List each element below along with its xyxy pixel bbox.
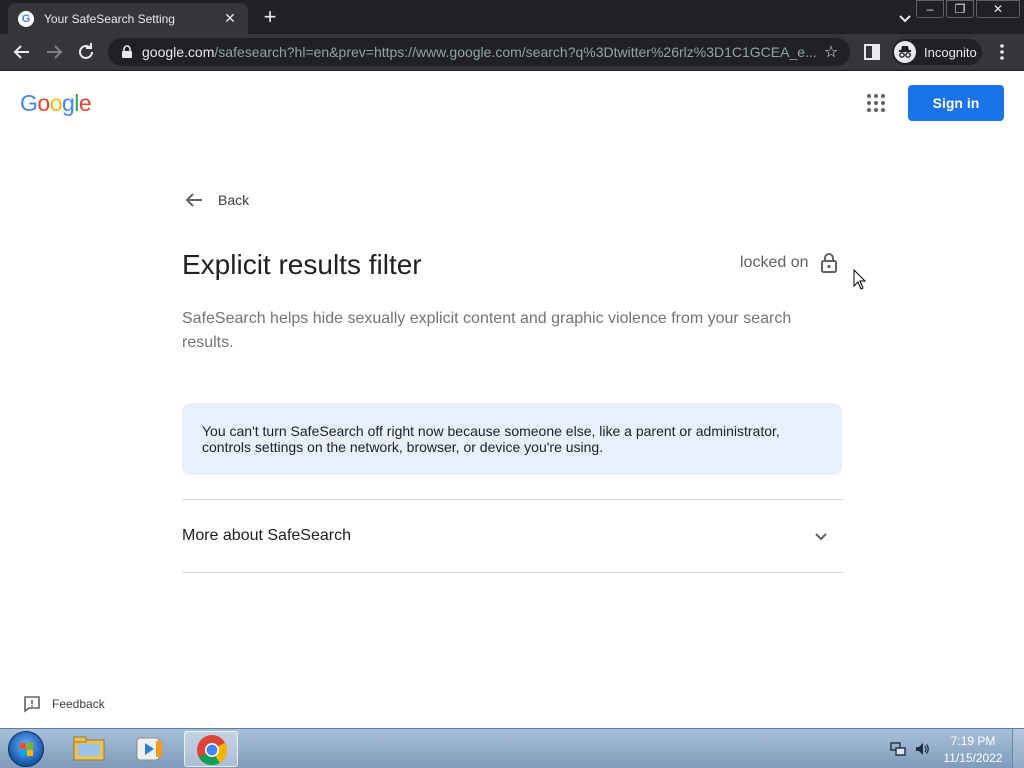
url-text: google.com/safesearch?hl=en&prev=https:/…	[142, 44, 817, 60]
forward-nav-button[interactable]	[42, 40, 66, 64]
tab-strip: G Your SafeSearch Setting ✕ + – ❐ ✕	[0, 0, 1024, 34]
clock-time[interactable]: 7:19 PM	[938, 734, 1008, 748]
side-panel-button[interactable]	[860, 40, 884, 64]
browser-tab[interactable]: G Your SafeSearch Setting ✕	[8, 3, 248, 34]
incognito-icon	[894, 41, 916, 63]
sign-in-button[interactable]: Sign in	[908, 85, 1004, 121]
back-nav-button[interactable]	[10, 40, 34, 64]
google-favicon-icon: G	[18, 10, 34, 27]
google-logo-letter: G	[20, 90, 38, 116]
more-about-safesearch-expander[interactable]: More about SafeSearch	[182, 500, 843, 572]
description-text: SafeSearch helps hide sexually explicit …	[182, 310, 792, 351]
mouse-cursor-icon	[853, 269, 867, 290]
divider	[182, 572, 843, 573]
arrow-left-icon	[13, 45, 29, 59]
incognito-label: Incognito	[924, 44, 977, 60]
tab-search-icon[interactable]	[895, 8, 915, 28]
arrow-left-icon	[185, 193, 202, 207]
volume-icon[interactable]	[914, 741, 930, 757]
minimize-button[interactable]: –	[916, 0, 944, 18]
incognito-profile-button[interactable]: Incognito	[892, 39, 982, 65]
windows-logo-icon	[20, 743, 33, 756]
back-link[interactable]: Back	[182, 188, 249, 212]
more-about-label: More about SafeSearch	[182, 527, 351, 544]
media-player-icon	[136, 737, 162, 761]
menu-button[interactable]	[990, 40, 1014, 64]
feedback-label: Feedback	[52, 697, 105, 711]
arrow-right-icon	[47, 45, 63, 59]
google-logo-letter: o	[37, 90, 50, 116]
chevron-down-icon[interactable]	[809, 524, 833, 548]
window-controls: – ❐ ✕	[914, 0, 1020, 18]
lock-icon	[820, 253, 837, 273]
address-bar[interactable]: google.com/safesearch?hl=en&prev=https:/…	[108, 38, 850, 66]
media-player-taskbar-button[interactable]	[122, 731, 176, 767]
show-desktop-button[interactable]	[1012, 729, 1024, 768]
reload-icon	[79, 43, 93, 59]
restore-button[interactable]: ❐	[946, 0, 974, 18]
start-button[interactable]	[8, 731, 44, 767]
close-window-button[interactable]: ✕	[976, 0, 1020, 18]
locked-notice-banner: You can't turn SafeSearch off right now …	[182, 403, 842, 475]
tab-close-icon[interactable]: ✕	[222, 10, 238, 27]
feedback-icon	[24, 696, 40, 713]
back-label: Back	[218, 192, 250, 208]
new-tab-button[interactable]: +	[258, 6, 282, 30]
google-logo-letter: o	[49, 90, 63, 116]
status-label: locked on	[740, 254, 809, 271]
google-logo-letter: e	[78, 90, 92, 116]
more-vert-icon	[1000, 44, 1004, 60]
page-content: Google Sign in Back Explicit results fil…	[0, 71, 1024, 728]
file-explorer-taskbar-button[interactable]	[62, 731, 116, 767]
screen: G Your SafeSearch Setting ✕ + – ❐ ✕ goog…	[0, 0, 1024, 768]
network-icon[interactable]	[890, 741, 906, 757]
google-apps-icon[interactable]	[866, 93, 886, 113]
bookmark-star-icon[interactable]: ☆	[820, 42, 842, 62]
chrome-taskbar-button[interactable]	[184, 731, 238, 767]
reload-button[interactable]	[74, 40, 98, 64]
clock-date[interactable]: 11/15/2022	[938, 751, 1008, 765]
folder-icon	[73, 736, 105, 761]
browser-toolbar: google.com/safesearch?hl=en&prev=https:/…	[0, 34, 1024, 71]
tab-title: Your SafeSearch Setting	[44, 11, 175, 26]
feedback-link[interactable]: Feedback	[22, 694, 105, 714]
google-logo[interactable]: Google	[20, 90, 92, 117]
google-logo-letter: g	[61, 90, 75, 116]
safesearch-status: locked on	[740, 252, 839, 274]
chrome-icon	[197, 735, 228, 766]
page-title: Explicit results filter	[182, 249, 422, 280]
side-panel-icon	[864, 44, 880, 60]
windows-taskbar: 7:19 PM 11/15/2022	[0, 728, 1024, 768]
lock-icon[interactable]	[120, 45, 134, 59]
